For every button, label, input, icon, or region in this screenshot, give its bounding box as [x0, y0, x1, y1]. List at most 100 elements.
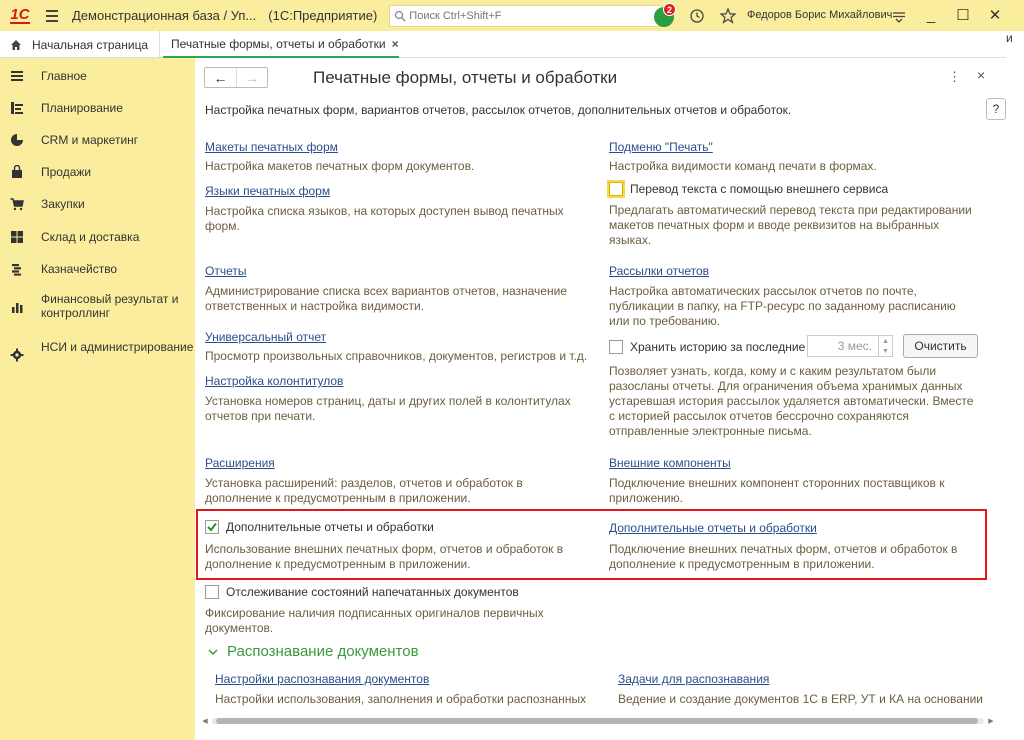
chevron-down-icon — [208, 648, 218, 655]
sidebar-item-purchases[interactable]: Закупки — [0, 197, 195, 211]
warehouse-icon — [11, 231, 23, 243]
link-external-components[interactable]: Внешние компоненты — [609, 456, 731, 470]
search-icon — [395, 10, 406, 21]
sidebar-item-label: Главное — [41, 69, 87, 83]
bottom-strip — [195, 727, 1024, 740]
tab-print-forms[interactable]: Печатные формы, отчеты и обработки × — [163, 31, 399, 58]
checkbox-label: Хранить историю за последние — [630, 340, 806, 354]
desc-print-languages: Настройка списка языков, на которых дост… — [205, 204, 564, 233]
app-subtitle: (1С:Предприятие) — [268, 8, 378, 23]
checkbox-additional-reports[interactable]: Дополнительные отчеты и обработки — [205, 520, 434, 534]
history-period-field[interactable]: ▲▼ — [807, 335, 893, 357]
sidebar-item-label: НСИ и администрирование — [41, 340, 194, 354]
desc-additional-reports-check: Использование внешних печатных форм, отч… — [205, 542, 564, 571]
sidebar-item-planning[interactable]: Планирование — [0, 101, 195, 115]
back-arrow-icon[interactable]: ← — [205, 68, 236, 87]
checkbox-unchecked[interactable] — [609, 340, 623, 354]
global-search-box[interactable] — [389, 4, 665, 27]
notification-badge: 2 — [663, 3, 676, 16]
more-actions-icon[interactable]: ⋮ — [948, 69, 961, 85]
desc-history: Позволяет узнать, когда, кому и с каким … — [609, 364, 974, 438]
sidebar-item-label: CRM и маркетинг — [41, 133, 139, 147]
settings-menu-icon[interactable] — [890, 7, 908, 25]
horizontal-scrollbar[interactable]: ◀ ▶ — [198, 715, 998, 727]
sidebar-item-warehouse[interactable]: Склад и доставка — [0, 230, 195, 244]
sidebar-item-label: Продажи — [41, 165, 92, 179]
menu-lines-icon — [11, 71, 23, 81]
link-recognition-settings[interactable]: Настройки распознавания документов — [215, 672, 429, 686]
sidebar-item-admin[interactable]: НСИ и администрирование — [0, 340, 195, 362]
checkbox-translation[interactable]: Перевод текста с помощью внешнего сервис… — [607, 180, 889, 198]
desc-mailings: Настройка автоматических рассылок отчето… — [609, 284, 956, 328]
tab-home-label: Начальная страница — [32, 37, 149, 52]
logo-text: 1С — [10, 5, 30, 24]
link-mailings[interactable]: Рассылки отчетов — [609, 264, 709, 278]
sidebar-item-finance[interactable]: Финансовый результат и контроллинг — [0, 292, 195, 320]
tab-print-forms-label: Печатные формы, отчеты и обработки — [171, 36, 386, 51]
checkbox-tracking[interactable]: Отслеживание состояний напечатанных доку… — [205, 585, 519, 599]
search-input[interactable] — [409, 9, 650, 22]
spin-down-icon[interactable]: ▼ — [882, 348, 889, 355]
checkbox-unchecked[interactable] — [607, 180, 625, 198]
checkbox-label: Перевод текста с помощью внешнего сервис… — [630, 182, 889, 196]
app-logo[interactable]: 1С — [0, 0, 40, 31]
period-spinner[interactable]: ▲ ▼ — [878, 336, 892, 356]
desc-universal-report: Просмотр произвольных справочников, доку… — [205, 349, 588, 363]
pie-chart-icon — [11, 134, 23, 146]
sidebar-item-sales[interactable]: Продажи — [0, 165, 195, 179]
notifications-button[interactable]: 2 — [654, 3, 676, 27]
link-extensions[interactable]: Расширения — [205, 456, 275, 470]
tab-bar: Начальная страница Печатные формы, отчет… — [0, 31, 1006, 58]
history-icon[interactable] — [688, 7, 706, 25]
favorites-star-icon[interactable] — [719, 7, 737, 25]
scroll-thumb[interactable] — [216, 718, 978, 724]
checkbox-unchecked[interactable] — [205, 585, 219, 599]
history-period-input[interactable] — [808, 336, 878, 356]
right-strip: и — [1006, 31, 1024, 58]
help-button[interactable]: ? — [986, 98, 1006, 120]
desc-additional-reports-link: Подключение внешних печатных форм, отчет… — [609, 542, 958, 571]
scroll-track[interactable] — [212, 718, 984, 724]
close-form-icon[interactable]: × — [977, 67, 985, 83]
scroll-left-icon[interactable]: ◀ — [198, 717, 212, 725]
coins-icon — [12, 264, 21, 276]
sidebar-item-crm[interactable]: CRM и маркетинг — [0, 133, 195, 147]
sidebar-item-treasury[interactable]: Казначейство — [0, 262, 195, 276]
desc-reports: Администрирование списка всех вариантов … — [205, 284, 567, 313]
check-mark-icon — [207, 522, 217, 532]
tab-home[interactable]: Начальная страница — [0, 31, 160, 58]
app-title: Демонстрационная база / Уп... — [72, 8, 257, 23]
cart-icon — [10, 198, 24, 211]
desc-headers-footers: Установка номеров страниц, даты и других… — [205, 394, 571, 423]
checkbox-history[interactable]: Хранить историю за последние — [609, 340, 805, 354]
group-recognition[interactable]: Распознавание документов — [207, 643, 419, 660]
user-name[interactable]: Федоров Борис Михайлович — [747, 9, 892, 21]
link-headers-footers[interactable]: Настройка колонтитулов — [205, 374, 343, 388]
sidebar-item-label: Планирование — [41, 101, 123, 115]
close-window-icon[interactable]: ✕ — [982, 4, 1008, 26]
scroll-right-icon[interactable]: ▶ — [984, 717, 998, 725]
clear-history-button[interactable]: Очистить — [903, 334, 978, 358]
desc-translation: Предлагать автоматический перевод текста… — [609, 203, 972, 247]
link-print-languages[interactable]: Языки печатных форм — [205, 184, 330, 198]
sidebar-item-label: Склад и доставка — [41, 230, 140, 244]
main-menu-icon[interactable] — [40, 0, 64, 31]
maximize-icon[interactable]: ☐ — [950, 4, 976, 26]
link-recognition-tasks[interactable]: Задачи для распознавания — [618, 672, 769, 686]
link-universal-report[interactable]: Универсальный отчет — [205, 330, 326, 344]
forward-arrow-icon[interactable]: → — [236, 68, 267, 87]
link-reports[interactable]: Отчеты — [205, 264, 246, 278]
link-additional-reports[interactable]: Дополнительные отчеты и обработки — [609, 521, 817, 535]
spin-up-icon[interactable]: ▲ — [882, 338, 889, 345]
desc-recognition-settings: Настройки использования, заполнения и об… — [215, 692, 587, 706]
minimize-icon[interactable]: _ — [918, 4, 944, 26]
page-description: Настройка печатных форм, вариантов отчет… — [205, 103, 792, 117]
checkbox-checked[interactable] — [205, 520, 219, 534]
nav-arrows: ← → — [204, 67, 268, 88]
tab-close-icon[interactable]: × — [392, 37, 399, 51]
link-print-submenu[interactable]: Подменю "Печать" — [609, 140, 713, 154]
sidebar-item-label: Финансовый результат и контроллинг — [41, 292, 179, 320]
sidebar-item-main[interactable]: Главное — [0, 69, 195, 83]
planning-icon — [11, 102, 23, 114]
link-print-layouts[interactable]: Макеты печатных форм — [205, 140, 338, 154]
